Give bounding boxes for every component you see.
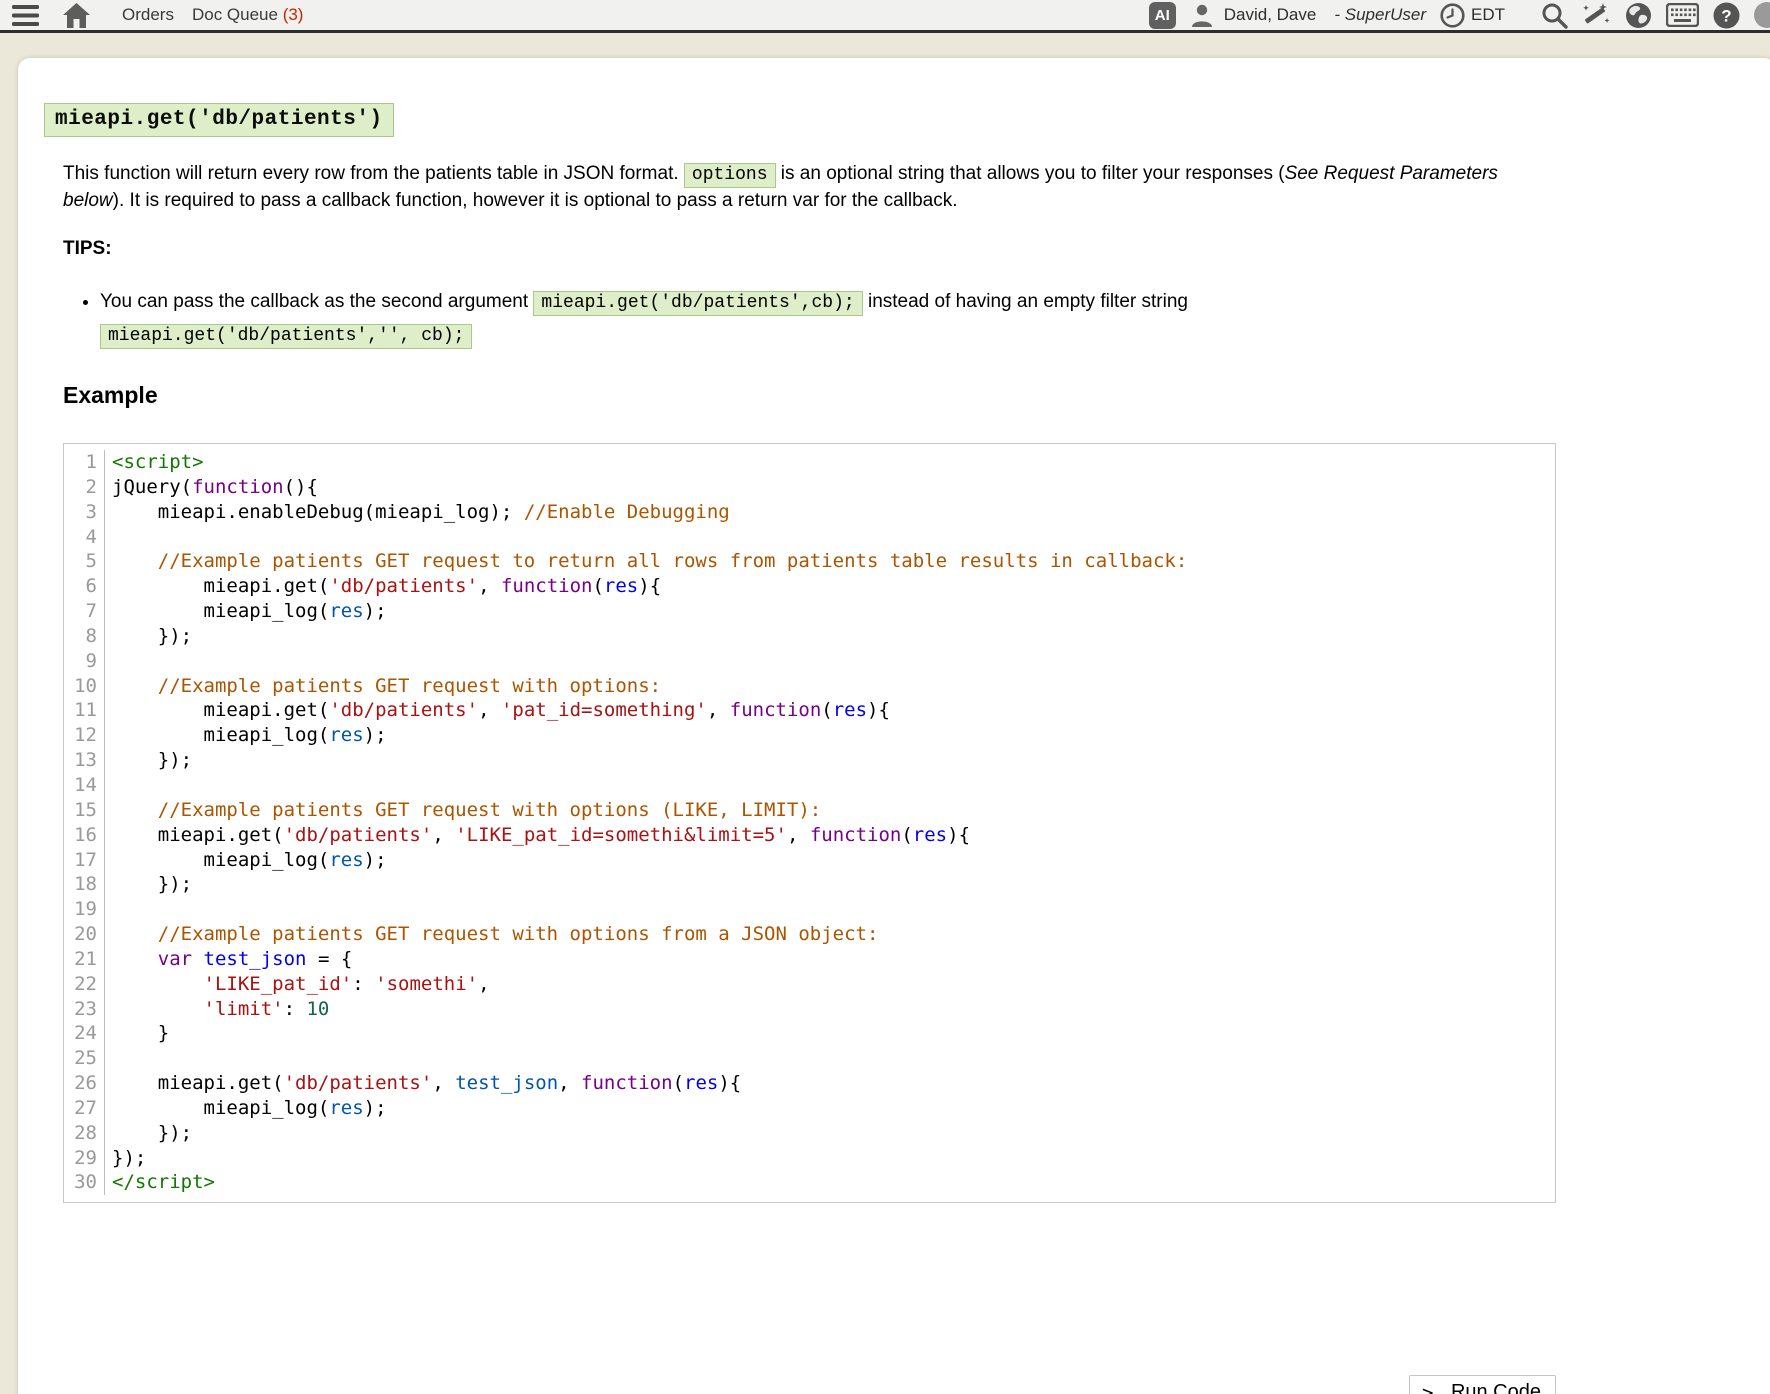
- code-line[interactable]: 'limit': 10: [112, 997, 1555, 1022]
- line-number: 29: [64, 1146, 97, 1171]
- line-number: 15: [64, 798, 97, 823]
- line-number: 30: [64, 1170, 97, 1195]
- line-number: 19: [64, 897, 97, 922]
- inline-code: options: [684, 163, 776, 188]
- timezone-label: EDT: [1471, 5, 1505, 25]
- home-icon[interactable]: [63, 3, 90, 28]
- terminal-prompt-icon: >_: [1422, 1382, 1441, 1394]
- code-gutter: 1234567891011121314151617181920212223242…: [64, 450, 105, 1195]
- code-line[interactable]: [112, 649, 1555, 674]
- line-number: 8: [64, 624, 97, 649]
- code-line[interactable]: [112, 1046, 1555, 1071]
- inline-code: mieapi.get('db/patients','', cb);: [100, 324, 472, 349]
- code-line[interactable]: jQuery(function(){: [112, 475, 1555, 500]
- globe-icon[interactable]: [1625, 2, 1652, 29]
- line-number: 27: [64, 1096, 97, 1121]
- code-line[interactable]: </script>: [112, 1170, 1555, 1195]
- line-number: 24: [64, 1021, 97, 1046]
- example-heading: Example: [63, 382, 1770, 409]
- line-number: 13: [64, 748, 97, 773]
- line-number: 2: [64, 475, 97, 500]
- code-line[interactable]: });: [112, 624, 1555, 649]
- intro-paragraph: This function will return every row from…: [63, 161, 1556, 214]
- code-line[interactable]: 'LIKE_pat_id': 'somethi',: [112, 972, 1555, 997]
- doc-queue-count-badge: (3): [278, 5, 304, 24]
- code-line[interactable]: var test_json = {: [112, 947, 1555, 972]
- code-lines[interactable]: <script>jQuery(function(){ mieapi.enable…: [105, 450, 1555, 1195]
- line-number: 21: [64, 947, 97, 972]
- code-line[interactable]: mieapi.get('db/patients', 'pat_id=someth…: [112, 698, 1555, 723]
- line-number: 28: [64, 1121, 97, 1146]
- code-line[interactable]: [112, 773, 1555, 798]
- code-line[interactable]: [112, 897, 1555, 922]
- partial-icon[interactable]: [1754, 2, 1770, 28]
- emphasized-text: See Request Parameters below: [63, 163, 1498, 211]
- code-line[interactable]: });: [112, 1121, 1555, 1146]
- line-number: 10: [64, 674, 97, 699]
- run-code-label: Run Code: [1451, 1381, 1541, 1394]
- line-number: 11: [64, 698, 97, 723]
- code-editor[interactable]: 1234567891011121314151617181920212223242…: [63, 443, 1556, 1203]
- user-icon: [1190, 3, 1214, 27]
- page-title-code: mieapi.get('db/patients'): [44, 103, 394, 137]
- run-code-row: >_ Run Code: [44, 1375, 1556, 1394]
- code-line[interactable]: }: [112, 1021, 1555, 1046]
- code-line[interactable]: mieapi_log(res);: [112, 1096, 1555, 1121]
- code-line[interactable]: });: [112, 748, 1555, 773]
- line-number: 12: [64, 723, 97, 748]
- wand-icon[interactable]: [1582, 1, 1611, 30]
- line-number: 17: [64, 848, 97, 873]
- code-line[interactable]: [112, 525, 1555, 550]
- code-line[interactable]: mieapi_log(res);: [112, 723, 1555, 748]
- code-line[interactable]: mieapi.get('db/patients', 'LIKE_pat_id=s…: [112, 823, 1555, 848]
- code-line[interactable]: mieapi.get('db/patients', test_json, fun…: [112, 1071, 1555, 1096]
- inline-code: mieapi.get('db/patients',cb);: [533, 291, 862, 316]
- line-number: 9: [64, 649, 97, 674]
- code-line[interactable]: });: [112, 872, 1555, 897]
- line-number: 14: [64, 773, 97, 798]
- code-line[interactable]: mieapi.enableDebug(mieapi_log); //Enable…: [112, 500, 1555, 525]
- code-line[interactable]: });: [112, 1146, 1555, 1171]
- tips-heading: TIPS:: [63, 238, 1770, 260]
- line-number: 7: [64, 599, 97, 624]
- line-number: 25: [64, 1046, 97, 1071]
- line-number: 3: [64, 500, 97, 525]
- user-role: - SuperUser: [1334, 5, 1426, 25]
- search-icon[interactable]: [1541, 2, 1568, 29]
- clock-icon[interactable]: [1440, 3, 1465, 28]
- nav-doc-queue[interactable]: Doc Queue (3): [192, 5, 304, 25]
- nav-orders[interactable]: Orders: [122, 5, 174, 25]
- line-number: 20: [64, 922, 97, 947]
- line-number: 16: [64, 823, 97, 848]
- code-line[interactable]: <script>: [112, 450, 1555, 475]
- line-number: 22: [64, 972, 97, 997]
- user-name: David, Dave: [1224, 5, 1317, 25]
- top-bar: Orders Doc Queue (3) AI David, Dave - Su…: [0, 0, 1770, 33]
- svg-text:?: ?: [1721, 6, 1731, 25]
- code-line[interactable]: //Example patients GET request with opti…: [112, 798, 1555, 823]
- code-line[interactable]: mieapi_log(res);: [112, 599, 1555, 624]
- run-code-button[interactable]: >_ Run Code: [1409, 1375, 1556, 1394]
- ai-badge[interactable]: AI: [1149, 2, 1176, 29]
- code-line[interactable]: //Example patients GET request to return…: [112, 549, 1555, 574]
- help-icon[interactable]: ?: [1713, 2, 1740, 29]
- line-number: 23: [64, 997, 97, 1022]
- menu-icon[interactable]: [12, 5, 39, 26]
- code-line[interactable]: //Example patients GET request with opti…: [112, 922, 1555, 947]
- line-number: 26: [64, 1071, 97, 1096]
- doc-page: mieapi.get('db/patients') This function …: [18, 58, 1770, 1394]
- line-number: 18: [64, 872, 97, 897]
- code-line[interactable]: mieapi.get('db/patients', function(res){: [112, 574, 1555, 599]
- tips-list: You can pass the callback as the second …: [63, 286, 1523, 352]
- line-number: 6: [64, 574, 97, 599]
- tip-item: You can pass the callback as the second …: [100, 286, 1523, 352]
- nav-doc-queue-label: Doc Queue: [192, 5, 278, 24]
- line-number: 4: [64, 525, 97, 550]
- code-line[interactable]: //Example patients GET request with opti…: [112, 674, 1555, 699]
- code-line[interactable]: mieapi_log(res);: [112, 848, 1555, 873]
- line-number: 5: [64, 549, 97, 574]
- line-number: 1: [64, 450, 97, 475]
- keyboard-icon[interactable]: [1666, 3, 1699, 27]
